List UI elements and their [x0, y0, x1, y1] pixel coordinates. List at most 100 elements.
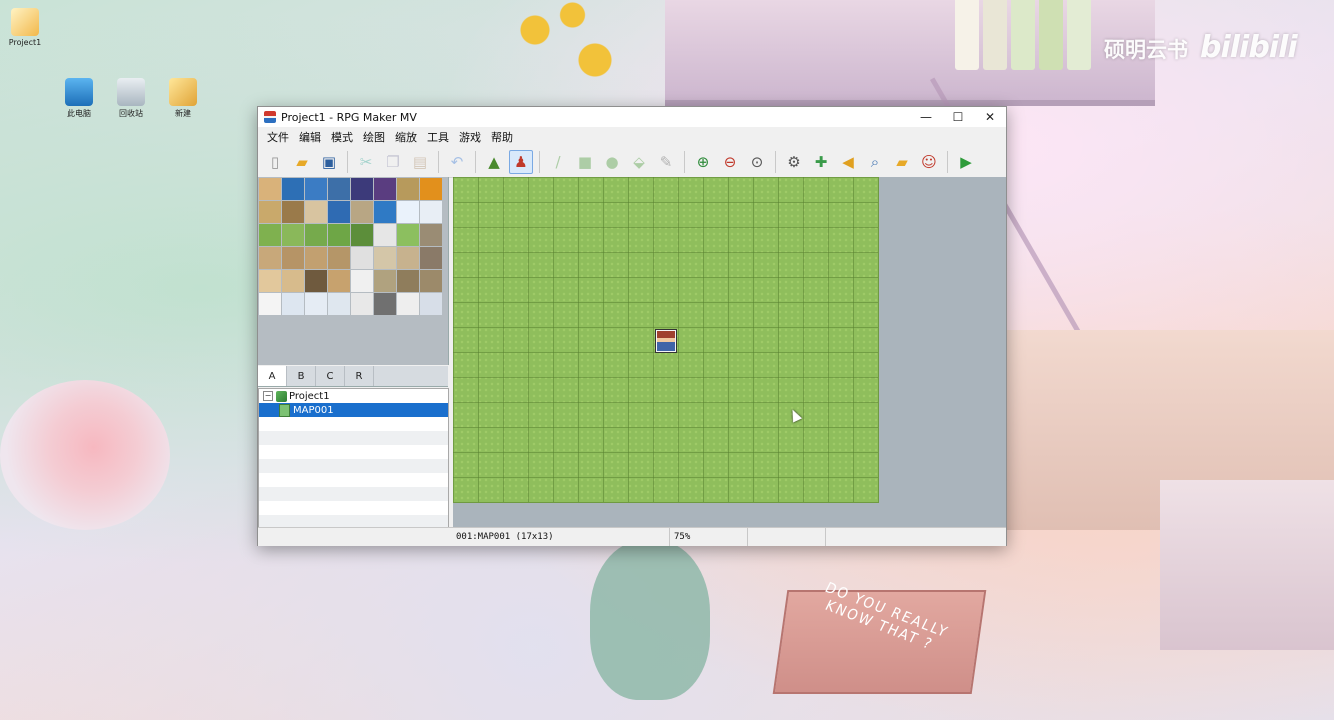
wallpaper-sunflowers: [490, 0, 640, 100]
tile[interactable]: [282, 178, 304, 200]
save-project-icon[interactable]: ▣: [317, 150, 341, 174]
copy-icon[interactable]: ❐: [381, 150, 405, 174]
tile[interactable]: [374, 178, 396, 200]
tile[interactable]: [259, 201, 281, 223]
fill-icon[interactable]: ⬙: [627, 150, 651, 174]
tile[interactable]: [282, 270, 304, 292]
tile[interactable]: [374, 270, 396, 292]
paste-icon[interactable]: ▤: [408, 150, 432, 174]
tile[interactable]: [420, 293, 442, 315]
tile[interactable]: [397, 247, 419, 269]
tile[interactable]: [305, 201, 327, 223]
tile[interactable]: [420, 224, 442, 246]
ellipse-icon[interactable]: ●: [600, 150, 624, 174]
tile[interactable]: [397, 178, 419, 200]
title-bar[interactable]: Project1 - RPG Maker MV — ☐ ✕: [258, 107, 1006, 127]
tile[interactable]: [374, 201, 396, 223]
menu-draw[interactable]: 绘图: [358, 129, 390, 145]
menu-help[interactable]: 帮助: [486, 129, 518, 145]
tab-c[interactable]: C: [316, 366, 345, 386]
tile[interactable]: [259, 224, 281, 246]
tile[interactable]: [328, 201, 350, 223]
zoom-out-icon[interactable]: ⊖: [718, 150, 742, 174]
new-project-icon[interactable]: ▯: [263, 150, 287, 174]
tile[interactable]: [305, 293, 327, 315]
tile[interactable]: [305, 270, 327, 292]
tile[interactable]: [259, 178, 281, 200]
zoom-in-icon[interactable]: ⊕: [691, 150, 715, 174]
event-mode-icon[interactable]: ♟: [509, 150, 533, 174]
desktop-icon-project1[interactable]: Project1: [0, 8, 50, 47]
tile[interactable]: [397, 270, 419, 292]
tile[interactable]: [282, 201, 304, 223]
tile[interactable]: [282, 224, 304, 246]
tile[interactable]: [397, 293, 419, 315]
tile[interactable]: [328, 293, 350, 315]
tile[interactable]: [351, 201, 373, 223]
desktop-icon-recycle-bin[interactable]: 回收站: [106, 78, 156, 119]
tab-b[interactable]: B: [287, 366, 316, 386]
map-mode-icon[interactable]: ▲: [482, 150, 506, 174]
tile[interactable]: [351, 178, 373, 200]
rectangle-icon[interactable]: ■: [573, 150, 597, 174]
playtest-icon[interactable]: ▶: [954, 150, 978, 174]
tile[interactable]: [259, 247, 281, 269]
tile[interactable]: [259, 270, 281, 292]
tree-item-map001[interactable]: MAP001: [259, 403, 448, 417]
tile[interactable]: [305, 178, 327, 200]
menu-edit[interactable]: 编辑: [294, 129, 326, 145]
tree-item-project[interactable]: − Project1: [259, 389, 448, 403]
shadow-pen-icon[interactable]: ✎: [654, 150, 678, 174]
tile[interactable]: [351, 224, 373, 246]
maximize-button[interactable]: ☐: [942, 107, 974, 127]
open-project-icon[interactable]: ▰: [290, 150, 314, 174]
tile[interactable]: [328, 270, 350, 292]
tile[interactable]: [282, 247, 304, 269]
menu-tools[interactable]: 工具: [422, 129, 454, 145]
menu-file[interactable]: 文件: [262, 129, 294, 145]
tile[interactable]: [420, 247, 442, 269]
actual-size-icon[interactable]: ⊙: [745, 150, 769, 174]
tileset-palette[interactable]: [258, 177, 449, 365]
map-canvas[interactable]: [453, 177, 879, 503]
tile[interactable]: [351, 270, 373, 292]
menu-scale[interactable]: 缩放: [390, 129, 422, 145]
collapse-toggle-icon[interactable]: −: [263, 391, 273, 401]
tile[interactable]: [397, 224, 419, 246]
tile[interactable]: [328, 178, 350, 200]
desktop-icon-this-pc[interactable]: 此电脑: [54, 78, 104, 119]
tab-a[interactable]: A: [258, 366, 287, 386]
tile[interactable]: [374, 224, 396, 246]
database-icon[interactable]: ⚙: [782, 150, 806, 174]
tile[interactable]: [397, 201, 419, 223]
tile[interactable]: [305, 224, 327, 246]
resource-manager-icon[interactable]: ▰: [890, 150, 914, 174]
player-start-sprite[interactable]: [655, 329, 677, 353]
tile[interactable]: [351, 293, 373, 315]
tile[interactable]: [420, 201, 442, 223]
tile[interactable]: [328, 247, 350, 269]
tile[interactable]: [282, 293, 304, 315]
tile[interactable]: [259, 293, 281, 315]
desktop-icon-new-folder[interactable]: 新建: [158, 78, 208, 119]
tile[interactable]: [328, 224, 350, 246]
tile[interactable]: [305, 247, 327, 269]
menu-mode[interactable]: 模式: [326, 129, 358, 145]
tab-r[interactable]: R: [345, 366, 374, 386]
tile[interactable]: [420, 270, 442, 292]
tile[interactable]: [420, 178, 442, 200]
tile[interactable]: [374, 247, 396, 269]
minimize-button[interactable]: —: [910, 107, 942, 127]
sound-test-icon[interactable]: ◀: [836, 150, 860, 174]
undo-icon[interactable]: ↶: [445, 150, 469, 174]
tile[interactable]: [374, 293, 396, 315]
cut-icon[interactable]: ✂: [354, 150, 378, 174]
tile[interactable]: [351, 247, 373, 269]
plugin-manager-icon[interactable]: ✚: [809, 150, 833, 174]
map-editor-area[interactable]: [453, 177, 1006, 527]
pencil-icon[interactable]: /: [546, 150, 570, 174]
menu-game[interactable]: 游戏: [454, 129, 486, 145]
character-generator-icon[interactable]: ☺: [917, 150, 941, 174]
close-button[interactable]: ✕: [974, 107, 1006, 127]
event-searcher-icon[interactable]: ⌕: [863, 150, 887, 174]
